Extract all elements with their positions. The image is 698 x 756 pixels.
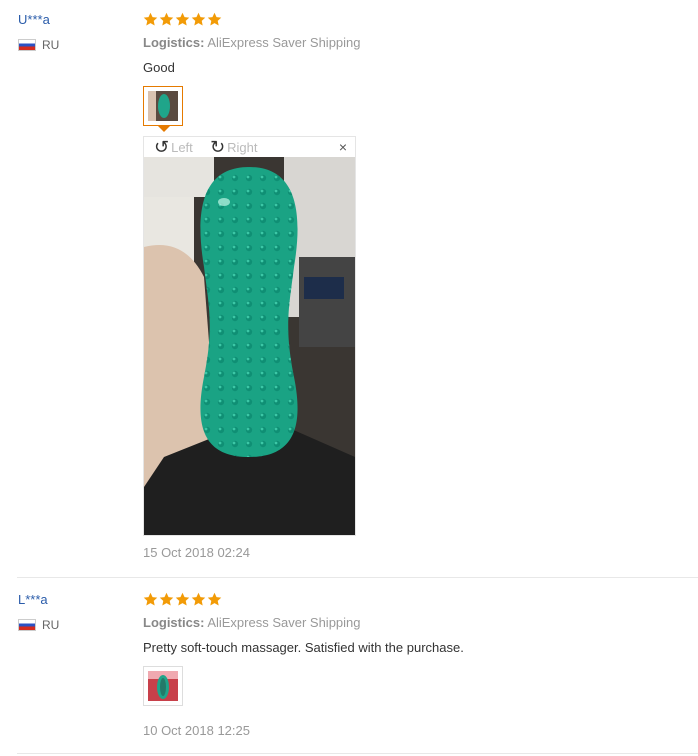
logistics-info: Logistics: AliExpress Saver Shipping: [143, 615, 361, 630]
reviewer-country: RU: [18, 38, 59, 52]
star-rating: [143, 12, 222, 27]
rotate-right-label: Right: [227, 139, 258, 155]
review-divider: [17, 577, 698, 578]
logistics-label: Logistics:: [143, 615, 205, 630]
reviewer-name[interactable]: U***a: [18, 12, 50, 27]
logistics-info: Logistics: AliExpress Saver Shipping: [143, 35, 361, 50]
review-date: 15 Oct 2018 02:24: [143, 545, 250, 560]
review-divider: [17, 753, 698, 754]
thumbnail-image: [148, 91, 178, 121]
star-icon: [191, 592, 206, 606]
rotate-left-button[interactable]: ↺ Left: [154, 138, 193, 156]
review-text: Pretty soft-touch massager. Satisfied wi…: [143, 640, 464, 655]
close-icon[interactable]: ×: [339, 140, 347, 154]
country-code: RU: [42, 38, 60, 52]
russia-flag-icon: [18, 39, 36, 51]
logistics-label: Logistics:: [143, 35, 205, 50]
viewer-toolbar: ↺ Left ↻ Right ×: [144, 137, 355, 157]
star-icon: [159, 12, 174, 26]
reviewer-name[interactable]: L***a: [18, 592, 48, 607]
rotate-right-button[interactable]: ↻ Right: [210, 138, 257, 156]
thumbnail-image: [148, 671, 178, 701]
review-photo-thumbnail[interactable]: [143, 666, 183, 706]
star-icon: [191, 12, 206, 26]
star-rating: [143, 592, 222, 607]
country-code: RU: [42, 618, 60, 632]
rotate-right-icon: ↻: [210, 137, 226, 157]
russia-flag-icon: [18, 619, 36, 631]
reviewer-country: RU: [18, 618, 59, 632]
rotate-left-label: Left: [171, 139, 193, 155]
logistics-value: AliExpress Saver Shipping: [207, 615, 361, 630]
star-icon: [175, 12, 190, 26]
star-icon: [143, 592, 158, 606]
thumbnail-caret: [158, 126, 170, 132]
rotate-left-icon: ↺: [154, 137, 170, 157]
review-photo-thumbnail[interactable]: [143, 86, 183, 126]
star-icon: [175, 592, 190, 606]
star-icon: [159, 592, 174, 606]
photo-viewer: ↺ Left ↻ Right ×: [143, 136, 356, 536]
star-icon: [207, 12, 222, 26]
logistics-value: AliExpress Saver Shipping: [207, 35, 361, 50]
review-date: 10 Oct 2018 12:25: [143, 723, 250, 738]
star-icon: [143, 12, 158, 26]
review-photo-large: [144, 157, 355, 535]
star-icon: [207, 592, 222, 606]
review-text: Good: [143, 60, 175, 75]
